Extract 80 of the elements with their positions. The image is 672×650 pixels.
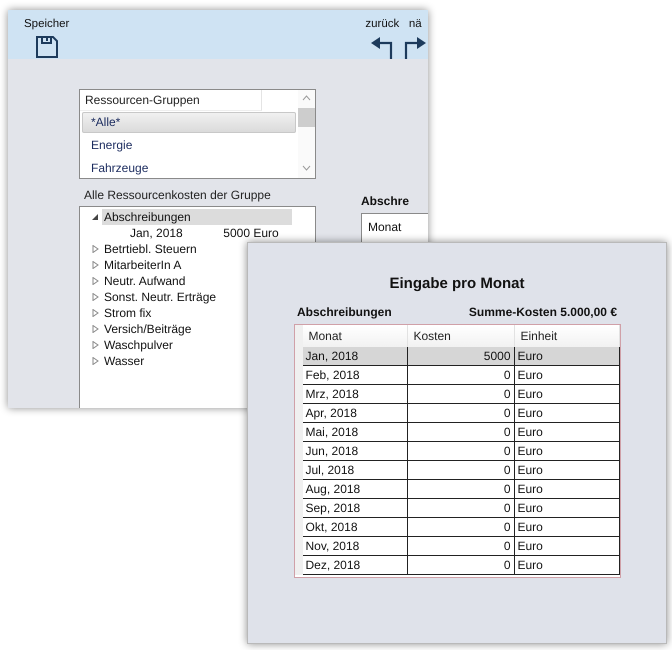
table-cell: Jul, 2018 <box>302 461 408 480</box>
scrollbar[interactable] <box>298 90 315 178</box>
table-cell[interactable]: 0 <box>408 366 514 385</box>
table-cell: Dez, 2018 <box>302 556 408 575</box>
column-header[interactable]: Kosten <box>408 325 514 347</box>
tree-label: Alle Ressourcenkosten der Gruppe <box>84 188 272 202</box>
table-cell: Nov, 2018 <box>302 537 408 556</box>
turn-right-arrow-icon <box>403 35 428 59</box>
table-cell: Mai, 2018 <box>302 423 408 442</box>
table-cell: Apr, 2018 <box>302 404 408 423</box>
resource-name: Abschreibungen <box>297 305 392 319</box>
corner-header <box>294 325 302 347</box>
table-cell[interactable]: 0 <box>408 499 514 518</box>
table-cell[interactable]: 0 <box>408 461 514 480</box>
list-item[interactable]: Fahrzeuge <box>82 158 296 179</box>
collapsed-triangle-icon[interactable] <box>92 277 99 285</box>
list-item[interactable]: *Alle* <box>82 112 296 133</box>
table-cell: Aug, 2018 <box>302 480 408 499</box>
collapsed-triangle-icon[interactable] <box>92 309 99 317</box>
table-cell: Euro <box>514 537 620 556</box>
collapsed-triangle-icon[interactable] <box>92 325 99 333</box>
expanded-triangle-icon[interactable] <box>92 213 99 221</box>
table-cell: Okt, 2018 <box>302 518 408 537</box>
collapsed-triangle-icon[interactable] <box>92 341 99 349</box>
scrollbar-thumb[interactable] <box>298 108 315 127</box>
table-cell[interactable]: 0 <box>408 385 514 404</box>
table-cell: Mrz, 2018 <box>302 385 408 404</box>
list-item[interactable]: Energie <box>82 135 296 156</box>
collapsed-triangle-icon[interactable] <box>92 357 99 365</box>
table-cell: Euro <box>514 366 620 385</box>
table-cell: Euro <box>514 442 620 461</box>
toolbar-button[interactable]: zurück <box>365 10 400 59</box>
table-cell[interactable]: 0 <box>408 442 514 461</box>
table-cell: Jan, 2018 <box>302 347 408 366</box>
column-header[interactable]: Einheit <box>514 325 620 347</box>
column-header: Monat <box>368 220 402 234</box>
tree-item[interactable]: Neutr. Aufwand <box>102 273 188 289</box>
month-text: Jan, 2018 <box>130 225 184 241</box>
table-cell[interactable]: 0 <box>408 537 514 556</box>
section-label: Abschre <box>361 194 410 208</box>
column-header[interactable]: Monat <box>302 325 408 347</box>
table-cell[interactable]: 5000 <box>408 347 514 366</box>
tree-item[interactable]: Abschreibungen <box>102 209 292 225</box>
table-cell: Sep, 2018 <box>302 499 408 518</box>
table-cell: Euro <box>514 461 620 480</box>
table-cell[interactable]: 0 <box>408 423 514 442</box>
column-header: Ressourcen-Gruppen <box>80 90 262 111</box>
tree-item[interactable]: MitarbeiterIn A <box>102 257 184 273</box>
table-cell: Jun, 2018 <box>302 442 408 461</box>
toolbar-button[interactable]: Speicher <box>24 10 70 59</box>
row-header[interactable] <box>294 556 302 575</box>
turn-left-arrow-icon <box>370 35 394 59</box>
total-cost: Summe-Kosten 5.000,00 € <box>468 305 617 319</box>
unit-text: Euro <box>252 225 280 241</box>
table-cell: Euro <box>514 423 620 442</box>
tree-item[interactable]: Waschpulver <box>102 337 175 353</box>
tree-item[interactable]: Versich/Beiträge <box>102 321 194 337</box>
collapsed-triangle-icon[interactable] <box>92 293 99 301</box>
table-cell[interactable]: 0 <box>408 556 514 575</box>
save-icon <box>34 35 59 59</box>
tree-item[interactable]: Sonst. Neutr. Erträge <box>102 289 218 305</box>
dialog-title: Eingabe pro Monat <box>390 275 524 292</box>
tree-item[interactable]: Betrtiebl. Steuern <box>102 241 199 257</box>
toolbar-button[interactable]: nä <box>403 10 428 59</box>
collapsed-triangle-icon[interactable] <box>92 261 99 269</box>
table-cell: Feb, 2018 <box>302 366 408 385</box>
table-cell[interactable]: 0 <box>408 480 514 499</box>
table-cell: Euro <box>514 480 620 499</box>
collapsed-triangle-icon[interactable] <box>92 245 99 253</box>
amount-text: 5000 <box>222 225 250 241</box>
table-cell: Euro <box>514 347 620 366</box>
tree-item[interactable]: Wasser <box>102 353 146 369</box>
table-cell: Euro <box>514 518 620 537</box>
table-cell: Euro <box>514 385 620 404</box>
tree-item[interactable]: Strom fix <box>102 305 154 321</box>
table-cell: Euro <box>514 556 620 575</box>
table-cell: Euro <box>514 499 620 518</box>
table-cell[interactable]: 0 <box>408 404 514 423</box>
table-cell[interactable]: 0 <box>408 518 514 537</box>
table-cell: Euro <box>514 404 620 423</box>
